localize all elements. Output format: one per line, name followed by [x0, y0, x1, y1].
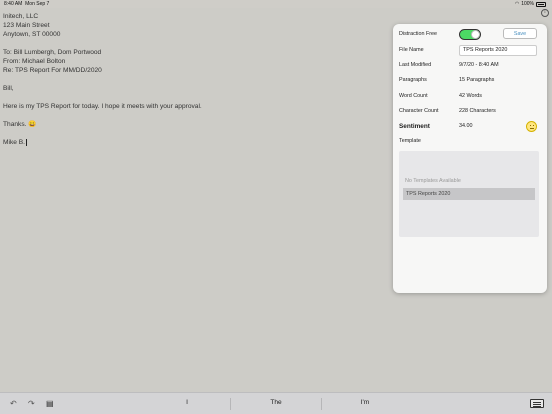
template-row: Template — [399, 135, 541, 147]
word-count-row: Word Count 42 Words — [399, 90, 541, 102]
info-icon[interactable]: i — [541, 9, 549, 17]
suggestion-divider — [321, 398, 322, 410]
word-count-value: 42 Words — [459, 93, 482, 99]
sentiment-row: Sentiment 34.00 — [399, 120, 541, 132]
paragraphs-row: Paragraphs 15 Paragraphs — [399, 74, 541, 86]
word-count-label: Word Count — [399, 93, 428, 99]
redo-icon[interactable]: ↷ — [28, 399, 35, 408]
paste-icon[interactable]: ▤ — [46, 399, 54, 408]
document-info-popover: Distraction Free Save File Name Last Mod… — [393, 24, 547, 293]
battery-percent: 100% — [521, 1, 534, 7]
text-caret — [25, 138, 27, 146]
last-modified-value: 9/7/20 - 8:40 AM — [459, 62, 499, 68]
suggestion-3[interactable]: I'm — [335, 399, 395, 406]
status-time: 8:40 AM Mon Sep 7 — [4, 1, 49, 7]
battery-icon — [536, 1, 546, 7]
toggle-knob — [471, 29, 480, 39]
save-button[interactable]: Save — [503, 28, 537, 39]
distraction-free-toggle[interactable] — [459, 28, 481, 40]
file-name-label: File Name — [399, 47, 424, 53]
character-count-value: 228 Characters — [459, 108, 496, 114]
status-time-text: 8:40 AM — [4, 1, 23, 7]
keyboard-icon[interactable] — [530, 399, 544, 408]
undo-icon[interactable]: ↶ — [10, 399, 17, 408]
paragraphs-value: 15 Paragraphs — [459, 77, 495, 83]
file-name-input[interactable] — [459, 44, 537, 56]
no-templates-text: No Templates Available — [405, 178, 461, 184]
paragraphs-label: Paragraphs — [399, 77, 427, 83]
status-bar: 8:40 AM Mon Sep 7 ◠ 100% — [0, 0, 552, 8]
neutral-face-icon — [526, 120, 537, 132]
last-modified-row: Last Modified 9/7/20 - 8:40 AM — [399, 59, 541, 71]
document-line: Initech, LLC — [3, 13, 39, 20]
template-item[interactable]: TPS Reports 2020 — [403, 188, 535, 200]
status-date-text: Mon Sep 7 — [25, 1, 50, 7]
suggestion-divider — [230, 398, 231, 410]
last-modified-label: Last Modified — [399, 62, 432, 68]
suggestion-1[interactable]: I — [157, 399, 217, 406]
status-right: ◠ 100% — [515, 1, 546, 7]
distraction-free-label: Distraction Free — [399, 31, 438, 37]
character-count-label: Character Count — [399, 108, 439, 114]
template-list[interactable]: No Templates Available TPS Reports 2020 — [399, 151, 539, 237]
suggestion-2[interactable]: The — [246, 399, 306, 406]
document-line-text: Mike B. — [3, 139, 25, 146]
template-label: Template — [399, 138, 421, 144]
file-name-row: File Name — [399, 44, 541, 56]
wifi-icon: ◠ — [514, 1, 520, 7]
character-count-row: Character Count 228 Characters — [399, 105, 541, 117]
keyboard-shortcut-bar: ↶ ↷ ▤ I The I'm — [0, 392, 552, 414]
sentiment-label: Sentiment — [399, 122, 430, 130]
